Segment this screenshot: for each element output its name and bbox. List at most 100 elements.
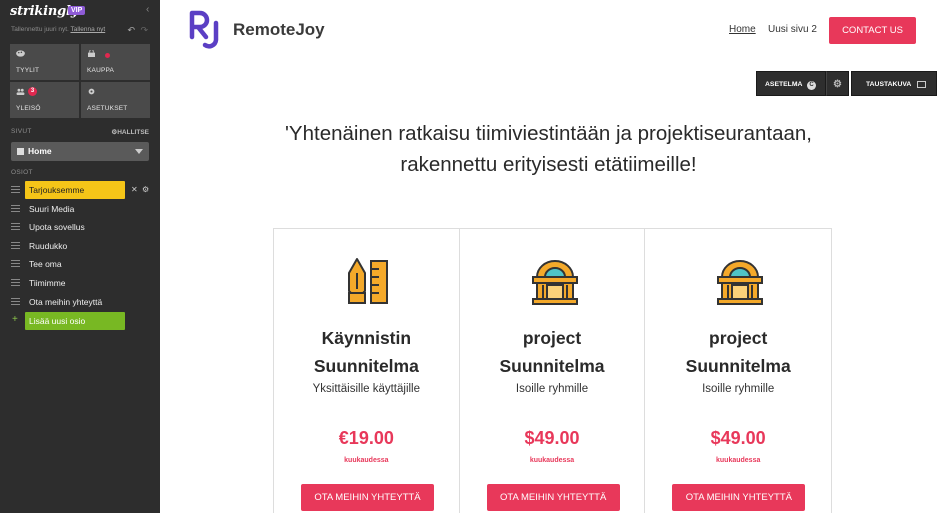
section-label: Upota sovellus: [29, 222, 85, 233]
page-selector[interactable]: Home: [11, 142, 149, 161]
section-item[interactable]: Upota sovellus: [0, 218, 160, 237]
building-icon: [717, 260, 764, 305]
section-item[interactable]: Ota meihin yhteyttä: [0, 293, 160, 312]
redo-icon[interactable]: ↷: [140, 25, 148, 36]
tile-styles[interactable]: TYYLIT: [10, 44, 79, 80]
gear-icon: [88, 88, 95, 95]
pages-heading: SIVUT: [11, 128, 32, 135]
sections-heading: OSIOT: [11, 169, 33, 176]
pricing-card: project Suunnitelma Isoille ryhmille $49…: [460, 229, 646, 513]
section-item[interactable]: Ruudukko: [0, 237, 160, 256]
tile-shop[interactable]: KAUPPA: [81, 44, 150, 80]
drag-handle-icon[interactable]: [11, 223, 20, 231]
plan-period: kuukaudessa: [344, 457, 389, 464]
chevron-down-icon: [135, 149, 143, 154]
plan-subtitle: Isoille ryhmille: [702, 383, 775, 395]
add-section-label: Lisää uusi osio: [29, 316, 86, 326]
drag-handle-icon[interactable]: [11, 186, 20, 193]
vip-badge: VIP: [68, 6, 86, 15]
plan-title-line-2: Suunnitelma: [499, 356, 605, 376]
section-headline[interactable]: 'Yhtenäinen ratkaisu tiimiviestintään ja…: [175, 118, 922, 180]
collapse-sidebar-icon[interactable]: ‹: [146, 5, 156, 15]
audience-icon: [16, 88, 25, 95]
plan-contact-button[interactable]: OTA MEIHIN YHTEYTTÄ: [672, 484, 806, 511]
plan-price: $49.00: [524, 428, 580, 448]
add-section-button[interactable]: + Lisää uusi osio: [0, 312, 160, 330]
save-now-link[interactable]: Tallenna nyt: [71, 26, 106, 33]
drag-handle-icon[interactable]: [11, 278, 20, 286]
section-list: Tarjouksemme ✕ ⚙ Suuri Media Upota sovel…: [0, 181, 160, 311]
palette-icon: [16, 50, 25, 57]
nav-link-uusi-sivu-2[interactable]: Uusi sivu 2: [768, 24, 817, 35]
plan-price: $49.00: [710, 428, 766, 448]
section-item[interactable]: Tarjouksemme ✕ ⚙: [0, 181, 160, 200]
layout-button[interactable]: ASETELMA C: [756, 71, 826, 96]
site-preview: RemoteJoy Home Uusi sivu 2 CONTACT US AS…: [160, 0, 937, 513]
tile-audience[interactable]: 3 YLEISÖ: [10, 82, 79, 118]
plan-title-line-1: Käynnistin: [321, 328, 412, 348]
background-image-button[interactable]: TAUSTAKUVA: [851, 71, 937, 96]
current-page-label: Home: [28, 146, 52, 156]
drag-handle-icon[interactable]: [11, 297, 20, 305]
pricing-cards: Käynnistin Suunnitelma Yksittäisille käy…: [273, 228, 832, 513]
shop-notification-dot: [105, 53, 110, 58]
section-label: Tiimimme: [29, 277, 66, 288]
pricing-card: project Suunnitelma Isoille ryhmille $49…: [645, 229, 831, 513]
sidebar-header: strikingly VIP ‹: [0, 0, 160, 26]
page-icon: [17, 148, 24, 155]
editor-menu-tiles: TYYLIT KAUPPA 3 YLEISÖ ASETUKSET: [10, 44, 150, 118]
tile-styles-label: TYYLIT: [16, 67, 40, 74]
audience-count-badge: 3: [28, 87, 37, 96]
manage-label: HALLITSE: [117, 129, 149, 136]
plan-period: kuukaudessa: [529, 457, 575, 464]
shop-icon: [88, 50, 95, 57]
plan-subtitle: Isoille ryhmille: [515, 383, 589, 395]
headline-line-2: rakennettu erityisesti etätiimeille!: [400, 153, 697, 176]
editor-sidebar: strikingly VIP ‹ Tallennettu juuri nyt. …: [0, 0, 160, 513]
section-label: Tee oma: [29, 259, 62, 270]
tile-audience-label: YLEISÖ: [16, 105, 41, 112]
section-item[interactable]: Tee oma: [0, 255, 160, 274]
building-icon: [531, 260, 578, 305]
manage-pages-link[interactable]: ⚙HALLITSE: [111, 128, 149, 136]
section-item[interactable]: Suuri Media: [0, 200, 160, 219]
headline-line-1: 'Yhtenäinen ratkaisu tiimiviestintään ja…: [285, 122, 812, 145]
layout-info-icon: C: [807, 81, 817, 90]
background-button-label: TAUSTAKUVA: [866, 81, 912, 88]
save-status-text: Tallennettu juuri nyt.: [11, 26, 71, 33]
plan-title-line-1: project: [522, 328, 582, 348]
image-icon: [916, 80, 926, 88]
brand-name[interactable]: RemoteJoy: [233, 20, 325, 40]
pricing-card: Käynnistin Suunnitelma Yksittäisille käy…: [274, 229, 460, 513]
layout-button-label: ASETELMA: [765, 81, 803, 88]
drag-handle-icon[interactable]: [11, 204, 20, 212]
delete-section-icon[interactable]: ✕: [131, 185, 138, 194]
section-label: Ruudukko: [29, 240, 68, 251]
plan-contact-button[interactable]: OTA MEIHIN YHTEYTTÄ: [486, 484, 620, 511]
plan-title-line-2: Suunnitelma: [313, 356, 419, 376]
nav-link-home[interactable]: Home: [729, 24, 756, 35]
contact-us-button[interactable]: CONTACT US: [829, 17, 916, 44]
plan-price: €19.00: [338, 428, 394, 448]
plan-title-line-1: project: [709, 328, 768, 348]
tile-settings[interactable]: ASETUKSET: [81, 82, 150, 118]
plan-contact-button[interactable]: OTA MEIHIN YHTEYTTÄ: [301, 484, 434, 511]
section-settings-icon[interactable]: ⚙: [142, 185, 149, 194]
tile-shop-label: KAUPPA: [87, 67, 115, 74]
plan-period: kuukaudessa: [716, 457, 761, 464]
plan-title-line-2: Suunnitelma: [685, 356, 791, 376]
section-gear-icon[interactable]: ⚙: [826, 71, 849, 96]
section-label: Ota meihin yhteyttä: [29, 296, 103, 307]
plus-icon: +: [12, 314, 18, 325]
drag-handle-icon[interactable]: [11, 241, 20, 249]
section-item[interactable]: Tiimimme: [0, 274, 160, 293]
pen-ruler-icon: [348, 258, 388, 304]
section-label: Suuri Media: [29, 203, 75, 214]
save-status: Tallennettu juuri nyt. Tallenna nyt ↶ ↷: [0, 25, 160, 38]
tile-settings-label: ASETUKSET: [87, 105, 128, 112]
brand-logo[interactable]: [189, 10, 225, 50]
editor-screen: strikingly VIP ‹ Tallennettu juuri nyt. …: [0, 0, 937, 513]
drag-handle-icon[interactable]: [11, 260, 20, 268]
section-label: Tarjouksemme: [29, 185, 85, 195]
undo-icon[interactable]: ↶: [127, 25, 135, 36]
